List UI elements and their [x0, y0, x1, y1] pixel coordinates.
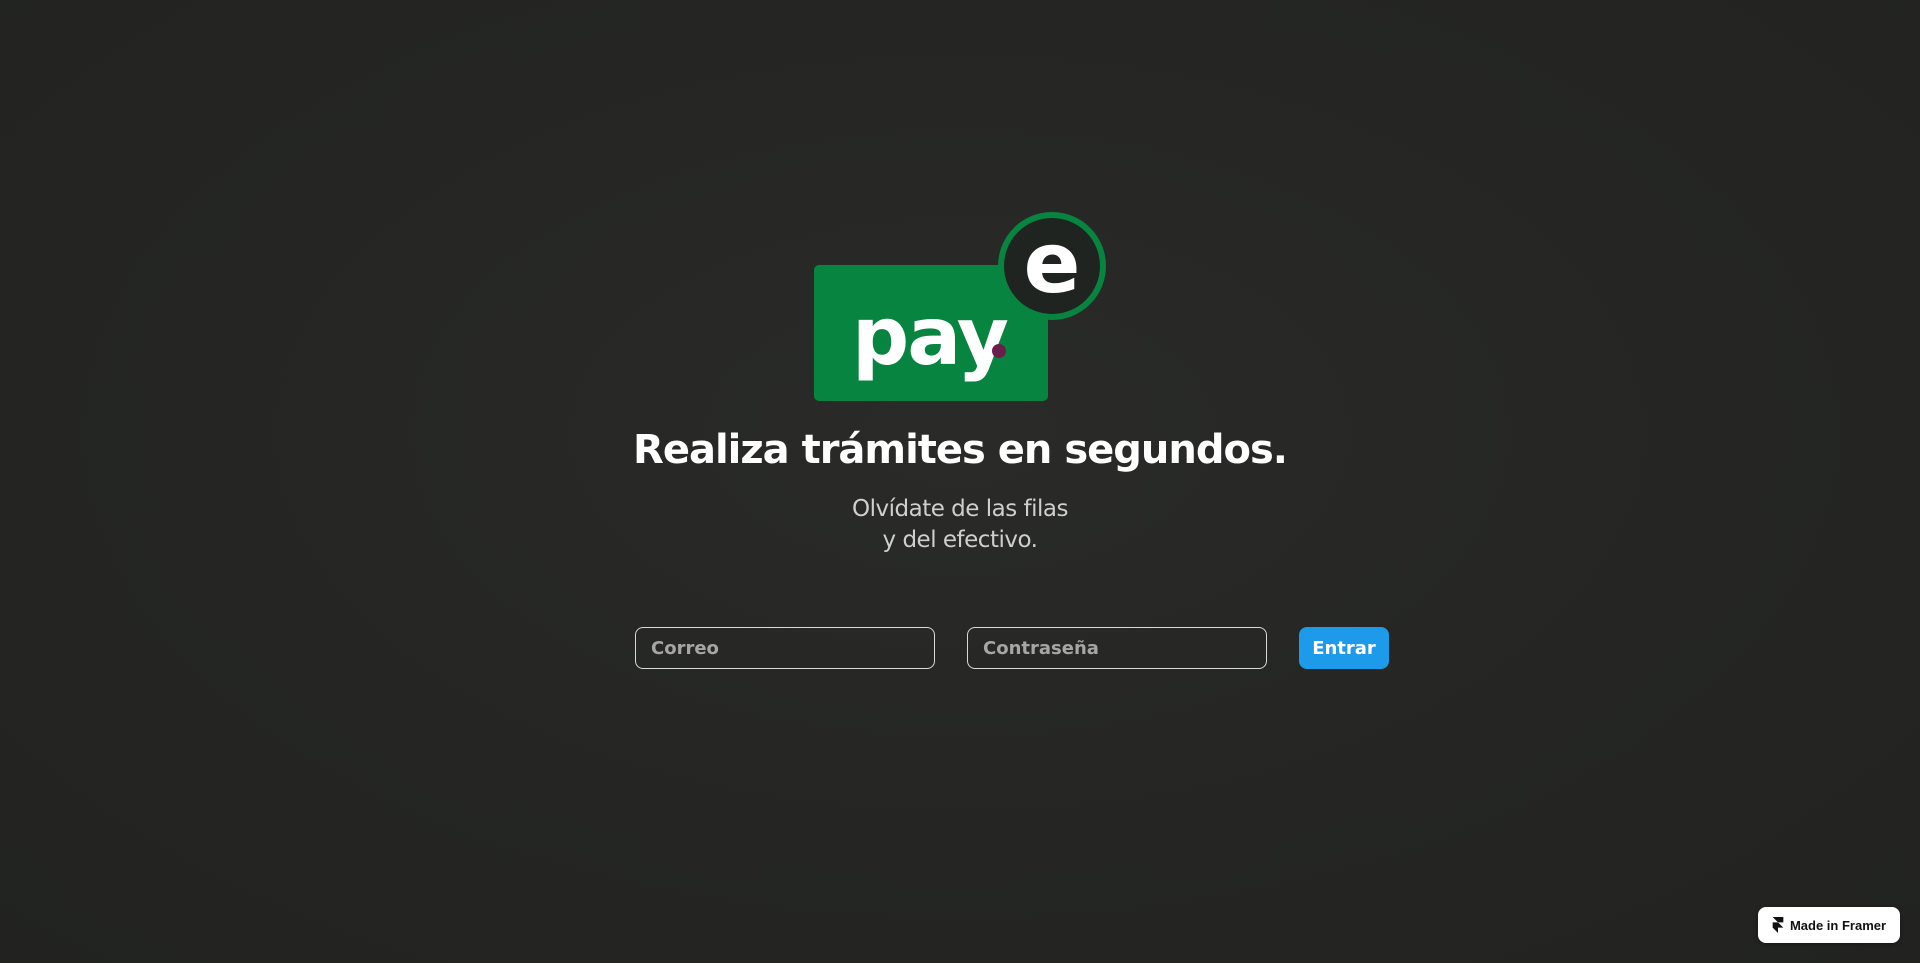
badge-label: Made in Framer: [1789, 917, 1887, 933]
login-page: pay e Realiza trámites en segundos. Olví…: [0, 0, 1920, 963]
subtitle-line-2: y del efectivo.: [882, 527, 1038, 553]
epay-logo: pay e: [812, 212, 1108, 402]
page-title: Realiza trámites en segundos.: [633, 427, 1288, 473]
subtitle-line-1: Olvídate de las filas: [852, 496, 1068, 522]
logo-word: pay: [852, 290, 1009, 383]
login-button[interactable]: Entrar: [1299, 627, 1389, 669]
logo-accent-dot: [992, 344, 1006, 358]
logo-circle: e: [998, 212, 1106, 320]
email-field[interactable]: [635, 627, 935, 669]
made-in-framer-badge[interactable]: Made in Framer: [1758, 907, 1900, 943]
logo-letter: e: [1023, 214, 1081, 312]
page-subtitle: Olvídate de las filas y del efectivo.: [0, 494, 1920, 556]
framer-icon: [1772, 917, 1784, 933]
password-field[interactable]: [967, 627, 1267, 669]
